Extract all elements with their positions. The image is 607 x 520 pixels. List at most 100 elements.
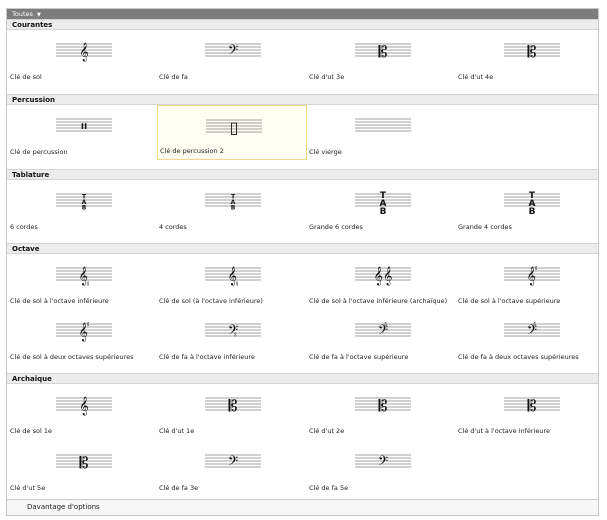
bass-8vb-clef-icon: 𝄤 xyxy=(205,322,261,341)
more-options-button[interactable]: Davantage d'options xyxy=(7,499,598,515)
clef-label: Grande 4 cordes xyxy=(458,223,512,231)
clef-label: Clé de sol 1e xyxy=(10,427,52,435)
clef-tile[interactable]: 𝄠 Clé de sol à l'octave inférieure xyxy=(8,254,158,309)
svg-text:𝄡: 𝄡 xyxy=(528,42,537,61)
more-options-label: Davantage d'options xyxy=(27,503,100,511)
percussion-clef-icon: 𝄥 xyxy=(56,117,112,136)
clef-tile[interactable]: 𝄞 Clé de sol xyxy=(8,30,158,85)
percussion-clef-2-icon: ▯ xyxy=(206,118,262,137)
clef-tile[interactable]: 𝄢 Clé de fa xyxy=(157,30,307,85)
svg-text:𝄟: 𝄟 xyxy=(526,266,537,286)
svg-text:▯: ▯ xyxy=(230,118,239,137)
clef-label: Clé de sol (à l'octave inférieure) xyxy=(159,297,263,305)
tab-4-strings-icon: TAB xyxy=(205,194,261,212)
clef-tile[interactable]: ▯ Clé de percussion 2 xyxy=(157,105,307,160)
clef-tile[interactable]: 𝄟 Clé de sol à deux octaves supérieures xyxy=(8,310,158,365)
clef-tile[interactable]: TAB 6 cordes xyxy=(8,180,158,235)
clef-tile[interactable]: 𝄟 Clé de sol à l'octave supérieure xyxy=(456,254,606,309)
french-violin-clef-icon: 𝄞 xyxy=(56,396,112,416)
clef-label: Clé de sol xyxy=(10,73,42,81)
svg-text:𝄣: 𝄣 xyxy=(378,322,388,341)
clef-tile[interactable]: 𝄥 Clé de percussion xyxy=(8,105,158,160)
treble-15ma-clef-icon: 𝄟 xyxy=(56,322,112,342)
clef-tile[interactable]: 𝄢 Clé de fa 3e xyxy=(157,441,307,496)
clef-tile[interactable]: 𝄞𝄞 Clé de sol à l'octave inférieure (arch… xyxy=(307,254,457,309)
clef-tile[interactable]: 𝄞 Clé de sol 1e xyxy=(8,384,158,439)
clef-tile[interactable]: 𝄡 Clé d'ut 4e xyxy=(456,30,606,85)
svg-text:𝄡: 𝄡 xyxy=(229,396,238,415)
svg-text:𝄡: 𝄡 xyxy=(379,42,388,61)
clef-tile[interactable]: T A B Grande 6 cordes xyxy=(307,180,457,235)
subbass-clef-icon: 𝄢 xyxy=(355,453,411,472)
clef-label: Clé vierge xyxy=(309,148,342,156)
svg-text:𝄥: 𝄥 xyxy=(82,117,87,136)
clef-tile[interactable]: 𝄡 Clé d'ut 5e xyxy=(8,441,158,496)
clef-tile[interactable]: 𝄡 Clé d'ut 1e xyxy=(157,384,307,439)
svg-text:𝄠: 𝄠 xyxy=(78,266,89,286)
svg-text:𝄢: 𝄢 xyxy=(228,453,238,472)
clef-palette: Toutes ▼ Courantes 𝄞 Clé de sol 𝄢 Clé de fa 𝄡… xyxy=(6,8,599,516)
baritone-f-clef-icon: 𝄢 xyxy=(205,453,261,472)
chevron-down-icon: ▼ xyxy=(36,12,41,18)
clef-label: Clé d'ut 1e xyxy=(159,427,195,435)
filter-label: Toutes xyxy=(12,10,33,18)
tab-6-strings-icon: TAB xyxy=(56,194,112,212)
clef-label: Clé de fa à l'octave inférieure xyxy=(159,353,255,361)
svg-text:𝄣: 𝄣 xyxy=(527,322,537,341)
clef-tile[interactable]: Clé vierge xyxy=(307,105,457,160)
clef-tile[interactable]: 𝄡 Clé d'ut 2e xyxy=(307,384,457,439)
clef-label: Clé d'ut à l'octave inférieure xyxy=(458,427,551,435)
svg-text:𝄟: 𝄟 xyxy=(78,322,89,342)
clef-tile[interactable]: 𝄤 Clé de fa à l'octave inférieure xyxy=(157,310,307,365)
clef-label: Clé de sol à deux octaves supérieures xyxy=(10,353,134,361)
svg-text:𝄤: 𝄤 xyxy=(228,322,238,341)
section-header: Archaïque xyxy=(7,373,598,384)
clef-tile[interactable]: 𝄡 Clé d'ut à l'octave inférieure xyxy=(456,384,606,439)
clef-label: Clé de sol à l'octave inférieure xyxy=(10,297,109,305)
clef-label: Clé de sol à l'octave supérieure xyxy=(458,297,561,305)
treble-8va-clef-icon: 𝄟 xyxy=(504,266,560,286)
clef-tile[interactable]: T A B Grande 4 cordes xyxy=(456,180,606,235)
clef-tile[interactable]: 𝄡 Clé d'ut 3e xyxy=(307,30,457,85)
clef-label: Clé de fa xyxy=(159,73,188,81)
clef-label: Clé de percussion xyxy=(10,148,68,156)
double-treble-clef-icon: 𝄞𝄞 xyxy=(355,266,411,286)
svg-text:𝄞𝄞: 𝄞𝄞 xyxy=(374,266,393,286)
bass-15ma-clef-icon: 𝄣 xyxy=(504,322,560,341)
clef-label: Grande 6 cordes xyxy=(309,223,363,231)
clef-tile[interactable]: 𝄣 Clé de fa à deux octaves supérieures xyxy=(456,310,606,365)
clef-tile[interactable]: 𝄢 Clé de fa 5e xyxy=(307,441,457,496)
clef-tile[interactable]: 𝄠 Clé de sol (à l'octave inférieure) xyxy=(157,254,307,309)
treble-8vb-paren-clef-icon: 𝄠 xyxy=(205,266,261,286)
tab-large-4-strings-icon: TAB xyxy=(504,191,560,216)
clef-tile[interactable]: 𝄣 Clé de fa à l'octave supérieure xyxy=(307,310,457,365)
blank-clef-icon xyxy=(355,118,411,132)
mezzo-soprano-clef-icon: 𝄡 xyxy=(355,396,411,415)
svg-text:𝄠: 𝄠 xyxy=(227,266,238,286)
svg-text:𝄞: 𝄞 xyxy=(79,396,88,416)
clef-tile[interactable]: TAB 4 cordes xyxy=(157,180,307,235)
filter-dropdown[interactable]: Toutes ▼ xyxy=(7,9,598,19)
svg-text:B: B xyxy=(380,207,387,216)
clef-label: Clé de fa 3e xyxy=(159,484,199,492)
clef-label: Clé de fa à l'octave supérieure xyxy=(309,353,409,361)
section-header: Courantes xyxy=(7,19,598,30)
svg-text:𝄡: 𝄡 xyxy=(80,453,89,472)
section-header: Octave xyxy=(7,243,598,254)
clef-label: Clé d'ut 2e xyxy=(309,427,345,435)
clef-label: Clé de fa à deux octaves supérieures xyxy=(458,353,579,361)
bass-clef-icon: 𝄢 xyxy=(205,42,261,61)
clef-label: 6 cordes xyxy=(10,223,38,231)
svg-text:B: B xyxy=(231,205,236,212)
clef-label: Clé d'ut 3e xyxy=(309,73,345,81)
bass-8va-clef-icon: 𝄣 xyxy=(355,322,411,341)
svg-text:𝄡: 𝄡 xyxy=(379,396,388,415)
svg-text:𝄢: 𝄢 xyxy=(228,42,238,61)
c-clef-8vb-icon: 𝄡 xyxy=(504,396,560,415)
section-header: Percussion xyxy=(7,94,598,105)
baritone-c-clef-icon: 𝄡 xyxy=(56,453,112,472)
clef-label: Clé de percussion 2 xyxy=(160,147,224,155)
svg-text:B: B xyxy=(82,205,87,212)
svg-text:B: B xyxy=(529,207,536,216)
treble-clef-icon: 𝄞 xyxy=(56,42,112,62)
